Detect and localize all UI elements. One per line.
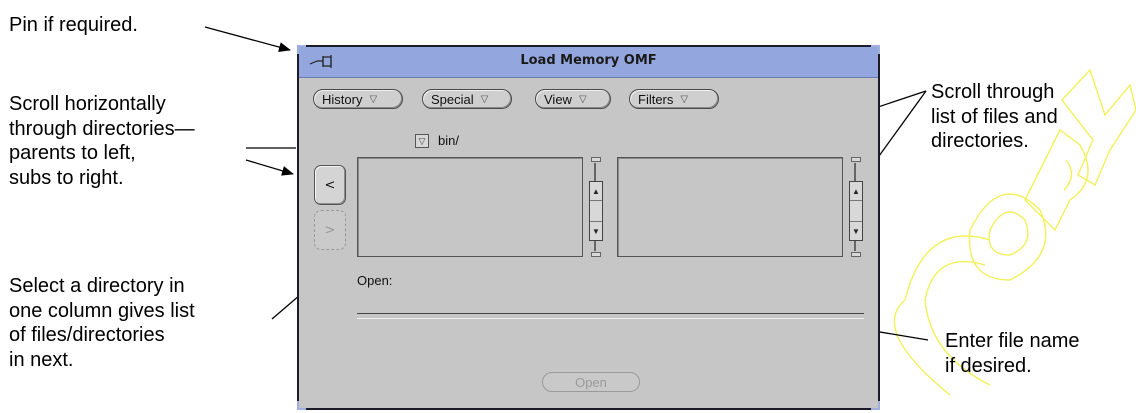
callout-select-directory: Select a directory in one column gives l… [9, 274, 195, 372]
callout-line: directories. [931, 130, 1029, 152]
file-list-right[interactable] [617, 157, 843, 257]
scrollbar-top-cap[interactable] [851, 157, 861, 162]
callout-line: of files/directories [9, 324, 165, 346]
nav-back-label: < [324, 177, 336, 193]
callout-scroll-files: Scroll through list of files and directo… [931, 80, 1058, 154]
triangle-down-icon: ▽ [369, 93, 378, 105]
callout-line: if desired. [945, 354, 1032, 377]
menu-label: Special [431, 91, 474, 107]
callout-line: list of files and [931, 105, 1058, 128]
callout-line: one column gives list [9, 299, 195, 322]
nav-forward-label: > [324, 222, 336, 238]
special-menu-button[interactable]: Special ▽ [422, 89, 512, 109]
callout-line: Select a directory in [9, 275, 185, 297]
right-list-scrollbar[interactable]: ▲ ▼ [849, 157, 863, 257]
scrollbar-top-cap[interactable] [591, 157, 601, 162]
directory-list-left[interactable] [357, 157, 583, 257]
filters-menu-button[interactable]: Filters ▽ [629, 89, 719, 109]
scrollbar-elevator[interactable]: ▲ ▼ [849, 181, 863, 241]
scroll-right-button[interactable]: > [314, 210, 346, 250]
resize-corner-bl[interactable] [297, 400, 307, 410]
callout-line: through directories— [9, 117, 195, 140]
callout-pin: Pin if required. [9, 13, 138, 38]
open-button-label: Open [575, 374, 607, 390]
scrollbar-track[interactable] [594, 241, 596, 251]
load-memory-omf-window: Load Memory OMF History ▽ Special ▽ View… [297, 45, 880, 410]
callout-line: parents to left, [9, 142, 136, 164]
callout-line: in next. [9, 348, 74, 371]
view-menu-button[interactable]: View ▽ [535, 89, 611, 109]
callout-line: Scroll horizontally [9, 93, 166, 115]
triangle-down-icon: ▽ [578, 93, 587, 105]
triangle-down-icon: ▽ [480, 93, 489, 105]
callout-line: subs to right. [9, 166, 124, 189]
directory-dropdown-toggle[interactable]: ▽ [415, 134, 429, 148]
window-title: Load Memory OMF [520, 53, 657, 68]
arrow-up-icon[interactable]: ▲ [850, 182, 862, 201]
arrow-down-icon[interactable]: ▼ [850, 221, 862, 240]
callout-line: Scroll through [931, 81, 1055, 103]
history-menu-button[interactable]: History ▽ [313, 89, 403, 109]
resize-corner-br[interactable] [870, 400, 880, 410]
menu-label: History [322, 91, 363, 107]
open-file-name-input[interactable] [357, 313, 864, 319]
scrollbar-track[interactable] [854, 241, 856, 251]
scroll-left-button[interactable]: < [314, 165, 346, 205]
triangle-down-icon: ▽ [418, 135, 426, 146]
callout-line: Pin if required. [9, 14, 138, 36]
arrow-up-icon[interactable]: ▲ [590, 182, 602, 201]
scrollbar-track[interactable] [854, 163, 856, 181]
arrow-pin [204, 26, 291, 52]
title-bar[interactable]: Load Memory OMF [299, 47, 878, 78]
arrow-scroll-dirs [245, 159, 294, 176]
callout-line: Enter file name [945, 330, 1080, 352]
callout-scroll-directories: Scroll horizontally through directories—… [9, 92, 195, 190]
triangle-down-icon: ▽ [680, 93, 689, 105]
current-directory-label: bin/ [438, 133, 459, 148]
scrollbar-bottom-cap[interactable] [591, 252, 601, 257]
left-list-scrollbar[interactable]: ▲ ▼ [589, 157, 603, 257]
scrollbar-track[interactable] [594, 163, 596, 181]
open-button[interactable]: Open [542, 372, 640, 392]
menu-label: Filters [638, 91, 674, 107]
scrollbar-bottom-cap[interactable] [851, 252, 861, 257]
callout-enter-file-name: Enter file name if desired. [945, 329, 1080, 378]
resize-corner-tl[interactable] [297, 45, 307, 55]
scrollbar-elevator[interactable]: ▲ ▼ [589, 181, 603, 241]
menu-label: View [544, 91, 572, 107]
open-field-label: Open: [357, 273, 393, 288]
arrow-down-icon[interactable]: ▼ [590, 221, 602, 240]
resize-corner-tr[interactable] [870, 45, 880, 55]
